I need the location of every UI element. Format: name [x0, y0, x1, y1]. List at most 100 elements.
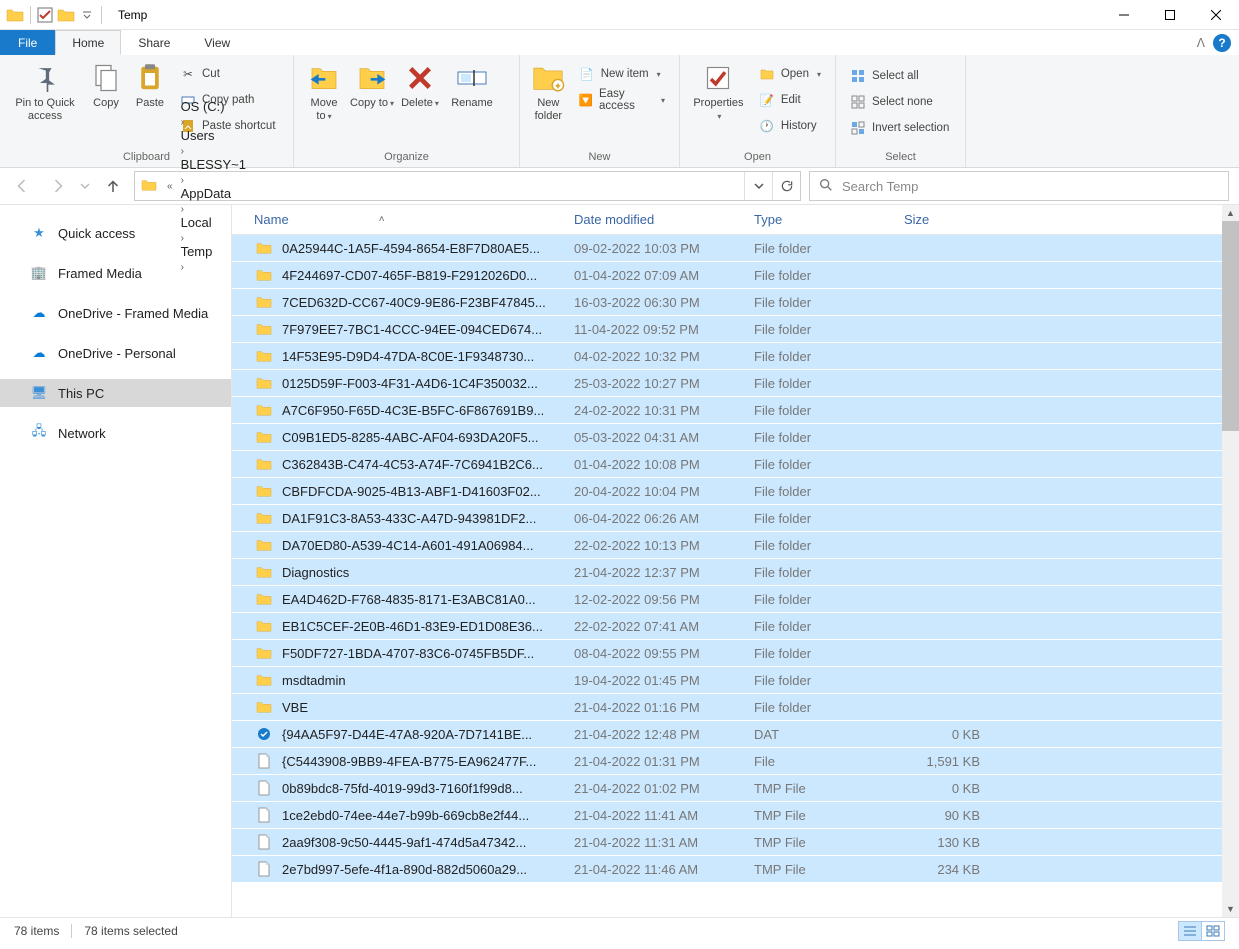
nav-onedrive-personal[interactable]: ☁OneDrive - Personal [0, 339, 231, 367]
file-row[interactable]: C362843B-C474-4C53-A74F-7C6941B2C6...01-… [232, 451, 1239, 478]
copy-to-button[interactable]: Copy to▾ [348, 59, 396, 112]
file-row[interactable]: 7F979EE7-7BC1-4CCC-94EE-094CED674...11-0… [232, 316, 1239, 343]
up-button[interactable] [100, 173, 126, 199]
move-to-button[interactable]: Move to▾ [300, 59, 348, 125]
paste-button[interactable]: Paste [128, 59, 172, 112]
select-all-button[interactable]: Select all [846, 65, 953, 87]
thumbnails-view-button[interactable] [1201, 921, 1225, 941]
nav-framed-media[interactable]: 🏢Framed Media [0, 259, 231, 287]
qat-dropdown-icon[interactable] [79, 7, 95, 23]
file-row[interactable]: 0b89bdc8-75fd-4019-99d3-7160f1f99d8...21… [232, 775, 1239, 802]
new-folder-button[interactable]: ✦ New folder [526, 59, 571, 125]
tab-view[interactable]: View [187, 30, 247, 55]
open-button[interactable]: Open▾ [755, 63, 825, 85]
select-none-button[interactable]: Select none [846, 91, 953, 113]
file-row[interactable]: CBFDFCDA-9025-4B13-ABF1-D41603F02...20-0… [232, 478, 1239, 505]
scrollbar[interactable]: ▲ ▼ [1222, 205, 1239, 917]
folder-icon [254, 403, 274, 417]
file-date: 05-03-2022 04:31 AM [574, 430, 754, 445]
col-size[interactable]: Size [904, 212, 994, 227]
invert-selection-button[interactable]: Invert selection [846, 117, 953, 139]
search-input[interactable] [842, 179, 1220, 194]
folder-icon [254, 268, 274, 282]
tab-home[interactable]: Home [55, 30, 121, 55]
file-list[interactable]: 0A25944C-1A5F-4594-8654-E8F7D80AE5...09-… [232, 235, 1239, 917]
new-item-button[interactable]: 📄New item▾ [575, 63, 669, 85]
nav-quick-access[interactable]: ★Quick access [0, 219, 231, 247]
file-row[interactable]: C09B1ED5-8285-4ABC-AF04-693DA20F5...05-0… [232, 424, 1239, 451]
breadcrumb-segment[interactable]: Users [177, 128, 250, 143]
minimize-ribbon-icon[interactable]: ᐱ [1197, 36, 1205, 50]
file-row[interactable]: 4F244697-CD07-465F-B819-F2912026D0...01-… [232, 262, 1239, 289]
properties-button[interactable]: Properties▾ [686, 59, 751, 125]
scroll-down-icon[interactable]: ▼ [1222, 901, 1239, 917]
file-row[interactable]: {C5443908-9BB9-4FEA-B775-EA962477F...21-… [232, 748, 1239, 775]
file-type: File folder [754, 457, 904, 472]
folder-icon [254, 376, 274, 390]
file-row[interactable]: {94AA5F97-D44E-47A8-920A-7D7141BE...21-0… [232, 721, 1239, 748]
folder-icon [254, 295, 274, 309]
back-button[interactable] [10, 173, 36, 199]
address-dropdown-button[interactable] [744, 172, 772, 200]
search-box[interactable] [809, 171, 1229, 201]
scrollbar-thumb[interactable] [1222, 221, 1239, 431]
edit-button[interactable]: 📝Edit [755, 89, 825, 111]
chevron-right-icon[interactable]: › [177, 175, 188, 186]
file-row[interactable]: EA4D462D-F768-4835-8171-E3ABC81A0...12-0… [232, 586, 1239, 613]
forward-button[interactable] [44, 173, 70, 199]
file-row[interactable]: DA1F91C3-8A53-433C-A47D-943981DF2...06-0… [232, 505, 1239, 532]
rename-button[interactable]: Rename [444, 59, 500, 112]
file-row[interactable]: A7C6F950-F65D-4C3E-B5FC-6F867691B9...24-… [232, 397, 1239, 424]
tab-file[interactable]: File [0, 30, 55, 55]
breadcrumb-segment[interactable]: OS (C:) [177, 99, 250, 114]
file-row[interactable]: DA70ED80-A539-4C14-A601-491A06984...22-0… [232, 532, 1239, 559]
file-row[interactable]: Diagnostics21-04-2022 12:37 PMFile folde… [232, 559, 1239, 586]
file-date: 09-02-2022 10:03 PM [574, 241, 754, 256]
scroll-up-icon[interactable]: ▲ [1222, 205, 1239, 221]
file-row[interactable]: F50DF727-1BDA-4707-83C6-0745FB5DF...08-0… [232, 640, 1239, 667]
nav-this-pc[interactable]: 🖥This PC [0, 379, 231, 407]
help-icon[interactable]: ? [1213, 34, 1231, 52]
delete-button[interactable]: Delete▾ [396, 59, 444, 112]
maximize-button[interactable] [1147, 0, 1193, 30]
file-size: 0 KB [904, 781, 980, 796]
col-type[interactable]: Type [754, 212, 904, 227]
breadcrumb-segment[interactable]: BLESSY~1 [177, 157, 250, 172]
qat-folder-icon[interactable] [57, 7, 75, 23]
file-row[interactable]: EB1C5CEF-2E0B-46D1-83E9-ED1D08E36...22-0… [232, 613, 1239, 640]
breadcrumb-segment[interactable]: AppData [177, 186, 250, 201]
minimize-button[interactable] [1101, 0, 1147, 30]
file-icon [254, 861, 274, 877]
cut-button[interactable]: ✂Cut [176, 63, 280, 85]
col-name[interactable]: Name˄ [254, 212, 574, 227]
chevron-right-icon[interactable]: › [177, 146, 188, 157]
pin-to-quick-access-button[interactable]: Pin to Quick access [6, 59, 84, 125]
copy-button[interactable]: Copy [84, 59, 128, 112]
refresh-button[interactable] [772, 172, 800, 200]
close-button[interactable] [1193, 0, 1239, 30]
file-row[interactable]: 2e7bd997-5efe-4f1a-890d-882d5060a29...21… [232, 856, 1239, 883]
file-row[interactable]: 1ce2ebd0-74ee-44e7-b99b-669cb8e2f44...21… [232, 802, 1239, 829]
file-row[interactable]: 0125D59F-F003-4F31-A4D6-1C4F350032...25-… [232, 370, 1239, 397]
file-row[interactable]: 0A25944C-1A5F-4594-8654-E8F7D80AE5...09-… [232, 235, 1239, 262]
recent-dropdown-button[interactable] [78, 173, 92, 199]
details-view-button[interactable] [1178, 921, 1202, 941]
file-type: TMP File [754, 781, 904, 796]
col-date[interactable]: Date modified [574, 212, 754, 227]
easy-access-button[interactable]: 🔽Easy access▾ [575, 89, 669, 111]
address-bar[interactable]: « OS (C:)›Users›BLESSY~1›AppData›Local›T… [134, 171, 801, 201]
file-row[interactable]: VBE21-04-2022 01:16 PMFile folder [232, 694, 1239, 721]
nav-network[interactable]: 🖧Network [0, 419, 231, 447]
nav-onedrive-framed[interactable]: ☁OneDrive - Framed Media [0, 299, 231, 327]
folder-icon [254, 511, 274, 525]
file-row[interactable]: 7CED632D-CC67-40C9-9E86-F23BF47845...16-… [232, 289, 1239, 316]
history-button[interactable]: 🕐History [755, 115, 825, 137]
qat-properties-icon[interactable] [37, 7, 53, 23]
file-date: 22-02-2022 07:41 AM [574, 619, 754, 634]
file-row[interactable]: 14F53E95-D9D4-47DA-8C0E-1F9348730...04-0… [232, 343, 1239, 370]
chevron-right-icon[interactable]: › [177, 117, 188, 128]
file-row[interactable]: msdtadmin19-04-2022 01:45 PMFile folder [232, 667, 1239, 694]
file-row[interactable]: 2aa9f308-9c50-4445-9af1-474d5a47342...21… [232, 829, 1239, 856]
tab-share[interactable]: Share [121, 30, 187, 55]
status-selected-count: 78 items selected [84, 924, 177, 938]
